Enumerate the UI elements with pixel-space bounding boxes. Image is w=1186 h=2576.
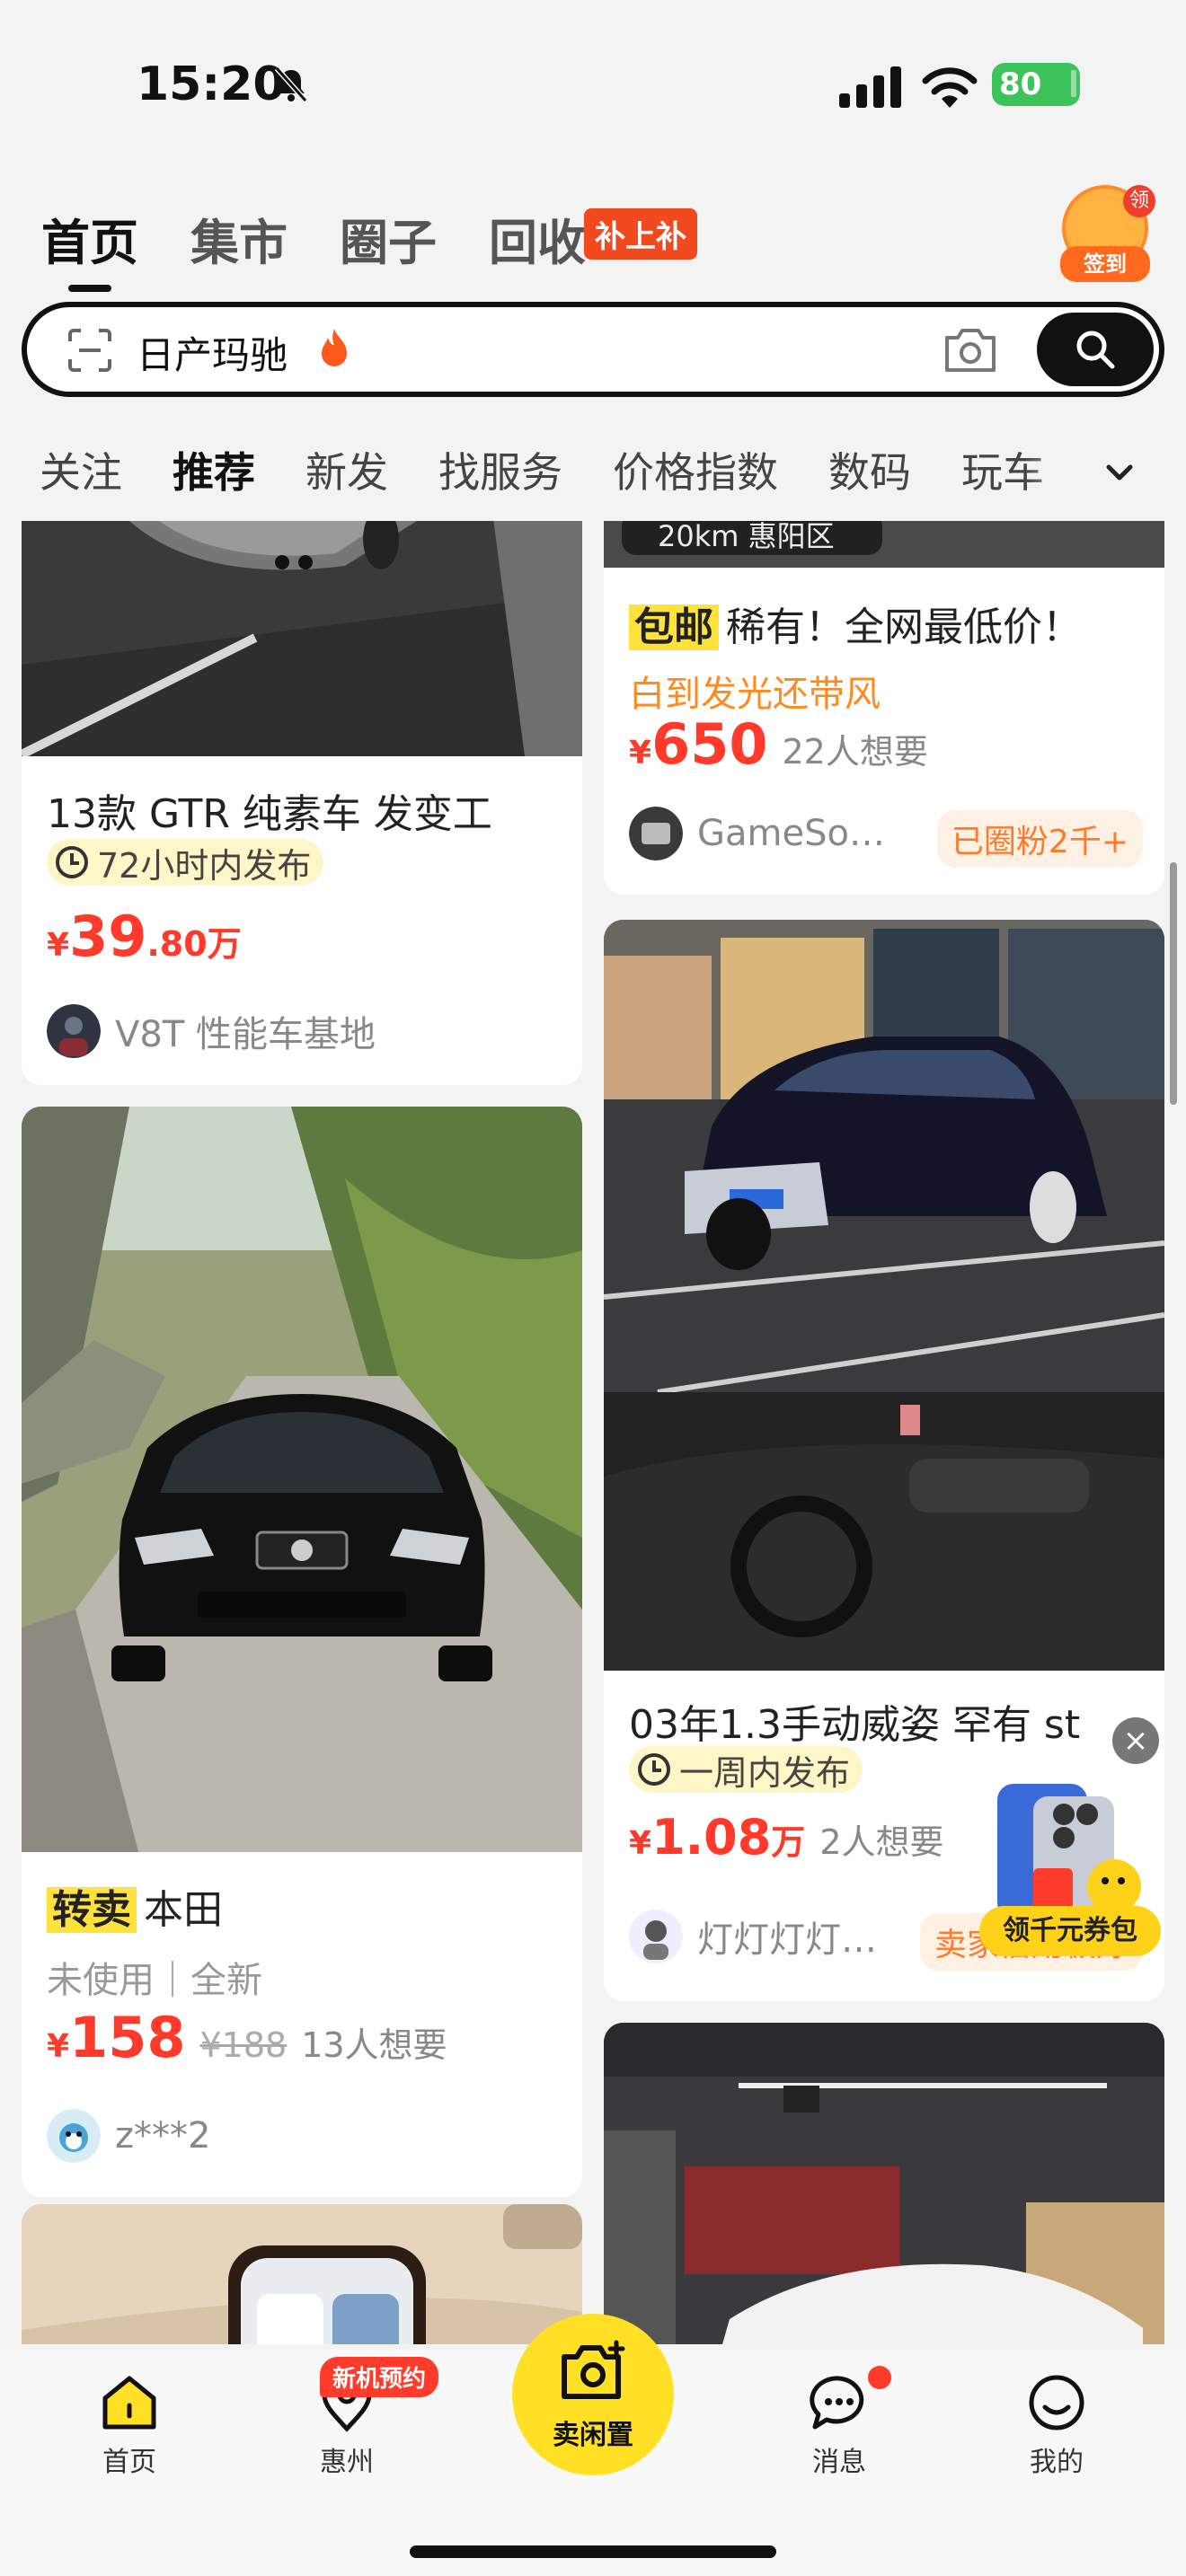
product-feed: 13款 GTR 纯素车 发变工 72小时内发布 ¥39.80万 V8T 性能车基… <box>0 521 1186 2344</box>
profile-smile-icon <box>1029 2375 1084 2430</box>
nav-home-label: 首页 <box>102 2447 156 2478</box>
nav-me[interactable]: 我的 <box>994 2371 1120 2479</box>
camera-plus-icon <box>562 2340 625 2399</box>
clock-icon <box>56 846 88 878</box>
checkin-button[interactable]: 领 签到 <box>1057 185 1155 284</box>
category-follow[interactable]: 关注 <box>40 440 122 499</box>
search-bar[interactable]: 日产玛驰 <box>22 302 1164 397</box>
tab-recycle[interactable]: 回收 <box>489 203 586 274</box>
product-card-garage[interactable] <box>604 2023 1164 2344</box>
scan-icon[interactable] <box>66 327 113 374</box>
avatar <box>629 807 683 860</box>
product-title: 13款 GTR 纯素车 发变工 <box>47 791 492 837</box>
free-shipping-tag: 包邮 <box>629 604 719 650</box>
publish-time-tag: 72小时内发布 <box>47 839 324 886</box>
product-title: 转卖 本田 <box>47 1877 223 1935</box>
wants-count: 2人想要 <box>819 1822 944 1862</box>
product-price: ¥39.80万 <box>47 904 242 969</box>
home-indicator <box>410 2545 776 2558</box>
scroll-indicator <box>1170 862 1177 1105</box>
tab-market[interactable]: 集市 <box>190 203 288 274</box>
wants-count: 22人想要 <box>782 732 928 772</box>
category-recommend[interactable]: 推荐 <box>173 440 255 499</box>
product-card-gtr[interactable]: 13款 GTR 纯素车 发变工 72小时内发布 ¥39.80万 V8T 性能车基… <box>22 521 582 1085</box>
status-time: 15:20 <box>137 57 286 111</box>
cellular-signal-icon <box>839 66 901 108</box>
product-image <box>22 2204 582 2344</box>
search-button[interactable] <box>1037 313 1154 386</box>
wifi-icon <box>922 67 978 108</box>
category-services[interactable]: 找服务 <box>438 440 562 499</box>
location-tag: 20km 惠阳区 <box>658 521 835 553</box>
battery-cap-icon <box>1071 70 1076 97</box>
search-icon <box>1076 331 1115 369</box>
tab-circle[interactable]: 圈子 <box>340 203 437 274</box>
avatar <box>629 1910 683 1963</box>
product-image <box>604 2023 1164 2344</box>
status-bar: 15:20 80 <box>0 0 1186 171</box>
category-digital[interactable]: 数码 <box>828 440 911 499</box>
recycle-subsidy-badge: 补上补 <box>584 208 697 260</box>
fire-icon <box>322 329 347 366</box>
sell-idle-label: 卖闲置 <box>553 2420 633 2451</box>
product-title: 包邮 稀有！全网最低价！ <box>629 595 1082 652</box>
product-price: ¥158 ¥188 13人想要 <box>47 2005 447 2070</box>
battery-indicator: 80 <box>992 63 1080 106</box>
category-tab-bar: 关注 推荐 新发 找服务 价格指数 数码 玩车 <box>40 438 1094 501</box>
promo-coupon-label[interactable]: 领千元券包 <box>979 1906 1161 1956</box>
top-tab-bar: 首页 集市 圈子 回收 <box>41 198 638 292</box>
product-image <box>22 1107 582 1852</box>
nav-home[interactable]: 首页 <box>66 2371 192 2479</box>
seller-info[interactable]: 灯灯灯灯… <box>629 1910 877 1963</box>
avatar <box>47 1004 101 1058</box>
category-new[interactable]: 新发 <box>305 440 388 499</box>
claim-badge: 领 <box>1123 185 1155 217</box>
clock-icon <box>638 1753 670 1786</box>
search-input[interactable]: 日产玛驰 <box>137 325 288 380</box>
product-subtitle: 白到发光还带风 <box>629 674 881 715</box>
message-icon <box>810 2376 864 2430</box>
camera-icon[interactable] <box>942 323 999 375</box>
original-price: ¥188 <box>199 2025 288 2065</box>
bell-mute-icon <box>274 66 308 102</box>
sell-idle-button[interactable]: 卖闲置 <box>512 2314 674 2475</box>
product-price: ¥650 22人想要 <box>629 711 928 777</box>
category-fade <box>1024 431 1096 512</box>
home-icon <box>102 2376 156 2430</box>
promo-close-button[interactable]: × <box>1112 1717 1159 1764</box>
checkin-label: 签到 <box>1060 246 1150 282</box>
nav-me-label: 我的 <box>1030 2447 1084 2478</box>
product-card-rare[interactable]: 20km 惠阳区 包邮 稀有！全网最低价！ 白到发光还带风 ¥650 22人想要 G… <box>604 521 1164 895</box>
fans-badge: 已圈粉2千+ <box>936 810 1143 868</box>
product-price: ¥1.08万 2人想要 <box>629 1809 944 1866</box>
product-title: 03年1.3手动威姿 罕有 st <box>629 1702 1081 1748</box>
unread-dot <box>868 2366 891 2389</box>
product-condition: 未使用｜全新 <box>47 1960 262 2001</box>
category-price-index[interactable]: 价格指数 <box>613 440 778 499</box>
chevron-down-icon[interactable] <box>1102 454 1137 490</box>
avatar <box>47 2109 101 2163</box>
product-image <box>604 920 1164 1671</box>
product-card-honda[interactable]: 转卖 本田 未使用｜全新 ¥158 ¥188 13人想要 z***2 <box>22 1107 582 2197</box>
resale-tag: 转卖 <box>47 1887 137 1933</box>
seller-info[interactable]: z***2 <box>47 2109 210 2163</box>
nav-messages-label: 消息 <box>812 2447 866 2478</box>
product-image <box>22 521 582 756</box>
publish-time-tag: 一周内发布 <box>629 1746 863 1793</box>
seller-info[interactable]: GameSo… <box>629 807 885 860</box>
seller-info[interactable]: V8T 性能车基地 <box>47 1004 376 1058</box>
wants-count: 13人想要 <box>301 2025 447 2065</box>
new-phone-badge: 新机预约 <box>320 2357 439 2397</box>
nav-city-label: 惠州 <box>320 2447 374 2478</box>
tab-home[interactable]: 首页 <box>41 203 138 292</box>
product-card-phone[interactable] <box>22 2204 582 2344</box>
